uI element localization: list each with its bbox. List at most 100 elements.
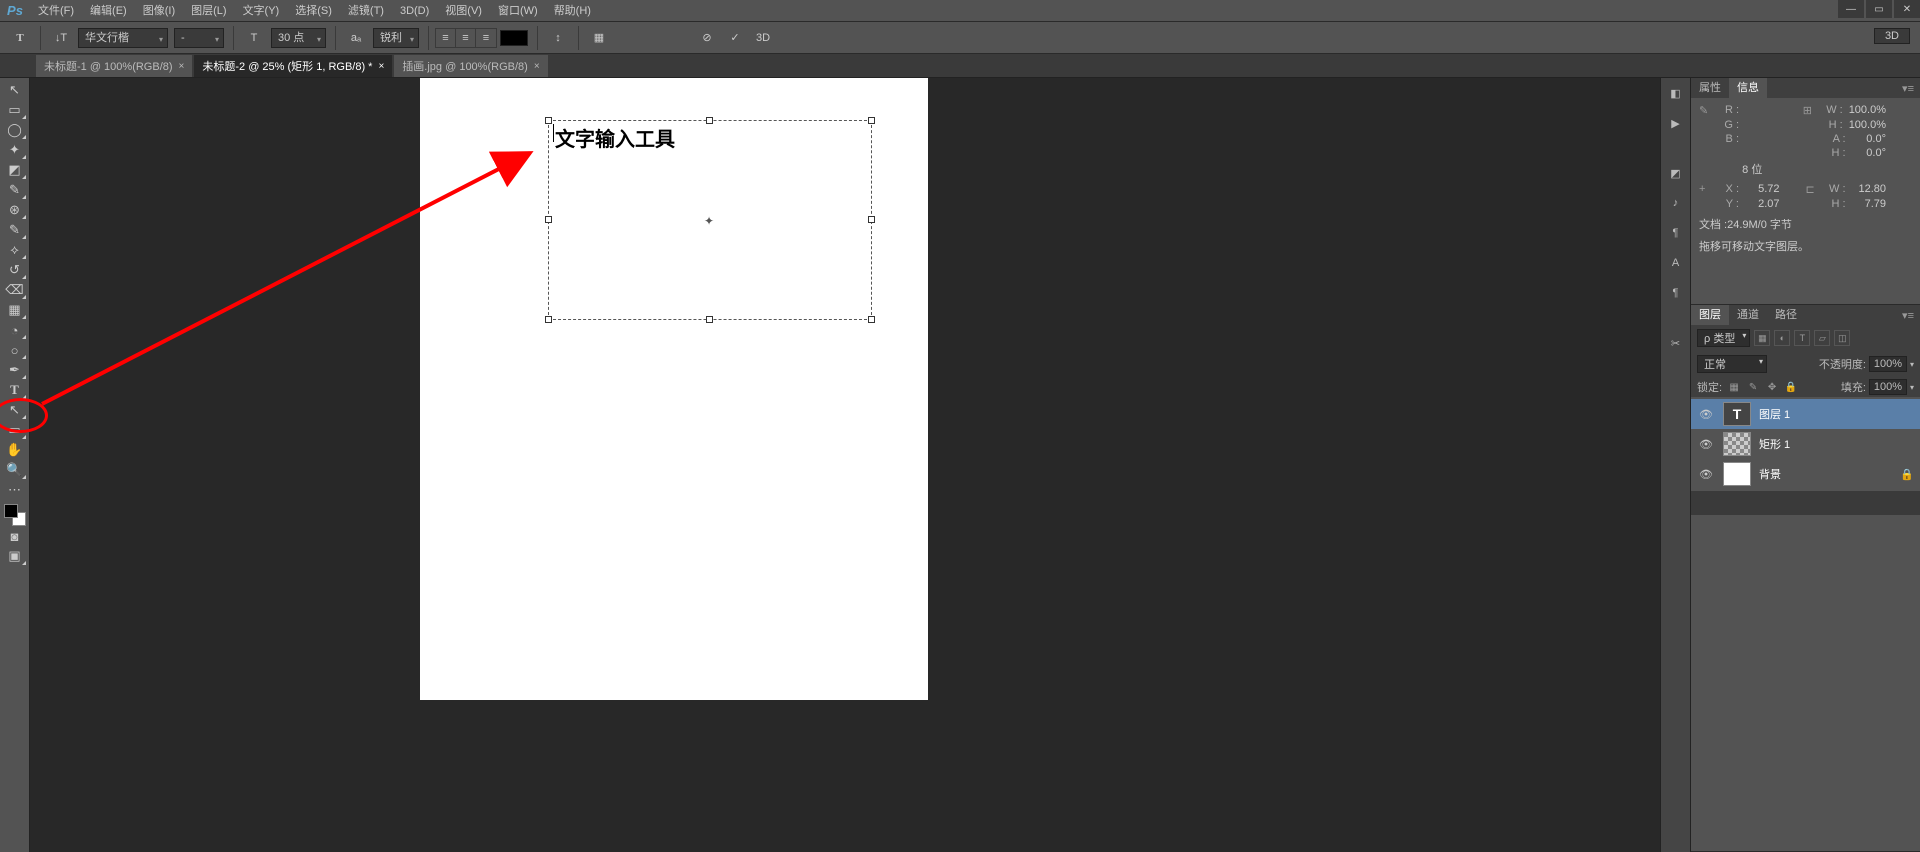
layer-name[interactable]: 背景 bbox=[1759, 466, 1900, 482]
text-color-swatch[interactable] bbox=[500, 30, 528, 46]
minimize-button[interactable]: — bbox=[1838, 0, 1864, 18]
layer-thumb-text[interactable]: T bbox=[1723, 402, 1751, 426]
lock-pixels-icon[interactable]: ▦ bbox=[1727, 380, 1741, 394]
menu-image[interactable]: 图像(I) bbox=[135, 0, 183, 22]
color-swatches[interactable] bbox=[4, 504, 26, 526]
heal-tool-icon[interactable]: ⊛ bbox=[3, 200, 27, 220]
menu-layer[interactable]: 图层(L) bbox=[183, 0, 234, 22]
doc-tab-2[interactable]: 未标题-2 @ 25% (矩形 1, RGB/8) *× bbox=[194, 55, 392, 77]
doc-tab-1[interactable]: 未标题-1 @ 100%(RGB/8)× bbox=[36, 55, 192, 77]
extra-tools-icon[interactable]: ⋯ bbox=[3, 480, 27, 500]
close-button[interactable]: ✕ bbox=[1894, 0, 1920, 18]
gradient-tool-icon[interactable]: ▦ bbox=[3, 300, 27, 320]
opacity-input[interactable]: 100% bbox=[1869, 356, 1907, 372]
type-tool-icon[interactable]: T bbox=[3, 380, 27, 400]
visibility-icon[interactable]: 👁 bbox=[1697, 468, 1715, 481]
layer-row[interactable]: 👁 T 图层 1 bbox=[1691, 399, 1920, 429]
layer-thumb-bg[interactable] bbox=[1723, 462, 1751, 486]
tab-layers[interactable]: 图层 bbox=[1691, 305, 1729, 325]
dock-icon-4[interactable]: ♪ bbox=[1664, 191, 1688, 215]
align-left-icon[interactable]: ≡ bbox=[436, 29, 456, 47]
panel-menu-icon[interactable]: ▾≡ bbox=[1896, 82, 1920, 95]
antialias-select[interactable]: 锐利 bbox=[373, 28, 419, 48]
zoom-tool-icon[interactable]: 🔍 bbox=[3, 460, 27, 480]
shape-tool-icon[interactable]: ▭ bbox=[3, 420, 27, 440]
filter-adjust-icon[interactable]: ◐ bbox=[1774, 330, 1790, 346]
crop-tool-icon[interactable]: ◩ bbox=[3, 160, 27, 180]
menu-edit[interactable]: 编辑(E) bbox=[82, 0, 135, 22]
dock-icon-2[interactable]: ▶ bbox=[1664, 111, 1688, 135]
lock-paint-icon[interactable]: ✎ bbox=[1746, 380, 1760, 394]
lock-position-icon[interactable]: ✥ bbox=[1765, 380, 1779, 394]
layer-name[interactable]: 矩形 1 bbox=[1759, 436, 1914, 452]
menu-window[interactable]: 窗口(W) bbox=[490, 0, 546, 22]
menu-help[interactable]: 帮助(H) bbox=[546, 0, 599, 22]
tool-preset-icon[interactable]: T bbox=[9, 27, 31, 49]
layer-row[interactable]: 👁 矩形 1 bbox=[1691, 429, 1920, 459]
quickmask-icon[interactable]: ◙ bbox=[3, 526, 27, 546]
text-bounding-box[interactable]: 文字输入工具 ✦ bbox=[548, 120, 872, 320]
menu-type[interactable]: 文字(Y) bbox=[235, 0, 288, 22]
dock-icon-8[interactable]: ✂ bbox=[1664, 331, 1688, 355]
layer-thumb-shape[interactable] bbox=[1723, 432, 1751, 456]
fill-input[interactable]: 100% bbox=[1869, 379, 1907, 395]
dock-icon-3[interactable]: ◩ bbox=[1664, 161, 1688, 185]
pen-tool-icon[interactable]: ✒ bbox=[3, 360, 27, 380]
menu-3d[interactable]: 3D(D) bbox=[392, 0, 437, 22]
menu-view[interactable]: 视图(V) bbox=[437, 0, 490, 22]
blend-mode-select[interactable]: 正常 bbox=[1697, 355, 1767, 373]
visibility-icon[interactable]: 👁 bbox=[1697, 408, 1715, 421]
handle-bl[interactable] bbox=[545, 316, 552, 323]
font-family-select[interactable]: 华文行楷 bbox=[78, 28, 168, 48]
tab-paths[interactable]: 路径 bbox=[1767, 305, 1805, 325]
blur-tool-icon[interactable]: ◔ bbox=[3, 320, 27, 340]
lock-all-icon[interactable]: 🔒 bbox=[1784, 380, 1798, 394]
font-style-select[interactable]: - bbox=[174, 28, 224, 48]
menu-filter[interactable]: 滤镜(T) bbox=[340, 0, 392, 22]
history-brush-tool-icon[interactable]: ↺ bbox=[3, 260, 27, 280]
marquee-tool-icon[interactable]: ▭ bbox=[3, 100, 27, 120]
cancel-icon[interactable]: ⊘ bbox=[696, 27, 718, 49]
dock-icon-6[interactable]: A bbox=[1664, 251, 1688, 275]
close-icon[interactable]: × bbox=[534, 61, 540, 72]
doc-tab-3[interactable]: 插画.jpg @ 100%(RGB/8)× bbox=[394, 55, 547, 77]
workspace-switcher[interactable]: 3D bbox=[1874, 28, 1910, 44]
layer-name[interactable]: 图层 1 bbox=[1759, 406, 1914, 422]
hand-tool-icon[interactable]: ✋ bbox=[3, 440, 27, 460]
dock-icon-7[interactable]: ¶ bbox=[1664, 281, 1688, 305]
filter-type-icon[interactable]: T bbox=[1794, 330, 1810, 346]
transform-center-icon[interactable]: ✦ bbox=[704, 214, 714, 228]
canvas[interactable]: 文字输入工具 ✦ bbox=[420, 78, 928, 700]
dock-icon-1[interactable]: ◧ bbox=[1664, 81, 1688, 105]
text-orientation-icon[interactable]: ↓T bbox=[50, 27, 72, 49]
filter-shape-icon[interactable]: ▱ bbox=[1814, 330, 1830, 346]
lasso-tool-icon[interactable]: ◯ bbox=[3, 120, 27, 140]
menu-file[interactable]: 文件(F) bbox=[30, 0, 82, 22]
eraser-tool-icon[interactable]: ⌫ bbox=[3, 280, 27, 300]
tab-properties[interactable]: 属性 bbox=[1691, 78, 1729, 98]
3d-mode-icon[interactable]: 3D bbox=[752, 27, 774, 49]
panel-menu-icon[interactable]: ▾≡ bbox=[1896, 309, 1920, 322]
dock-icon-5[interactable]: ¶ bbox=[1664, 221, 1688, 245]
align-right-icon[interactable]: ≡ bbox=[476, 29, 496, 47]
eyedropper-tool-icon[interactable]: ✎ bbox=[3, 180, 27, 200]
text-content[interactable]: 文字输入工具 bbox=[555, 123, 675, 152]
handle-bc[interactable] bbox=[706, 316, 713, 323]
tab-channels[interactable]: 通道 bbox=[1729, 305, 1767, 325]
move-tool-icon[interactable]: ↖ bbox=[3, 80, 27, 100]
layer-row[interactable]: 👁 背景 🔒 bbox=[1691, 459, 1920, 489]
menu-select[interactable]: 选择(S) bbox=[287, 0, 340, 22]
close-icon[interactable]: × bbox=[179, 61, 185, 72]
font-size-select[interactable]: 30 点 bbox=[271, 28, 326, 48]
tab-info[interactable]: 信息 bbox=[1729, 78, 1767, 98]
commit-icon[interactable]: ✓ bbox=[724, 27, 746, 49]
layer-filter-select[interactable]: ρ 类型 bbox=[1697, 329, 1750, 347]
visibility-icon[interactable]: 👁 bbox=[1697, 438, 1715, 451]
align-center-icon[interactable]: ≡ bbox=[456, 29, 476, 47]
handle-tr[interactable] bbox=[868, 117, 875, 124]
filter-smart-icon[interactable]: ◫ bbox=[1834, 330, 1850, 346]
wand-tool-icon[interactable]: ✦ bbox=[3, 140, 27, 160]
path-select-tool-icon[interactable]: ↖ bbox=[3, 400, 27, 420]
close-icon[interactable]: × bbox=[378, 61, 384, 72]
maximize-button[interactable]: ▭ bbox=[1866, 0, 1892, 18]
